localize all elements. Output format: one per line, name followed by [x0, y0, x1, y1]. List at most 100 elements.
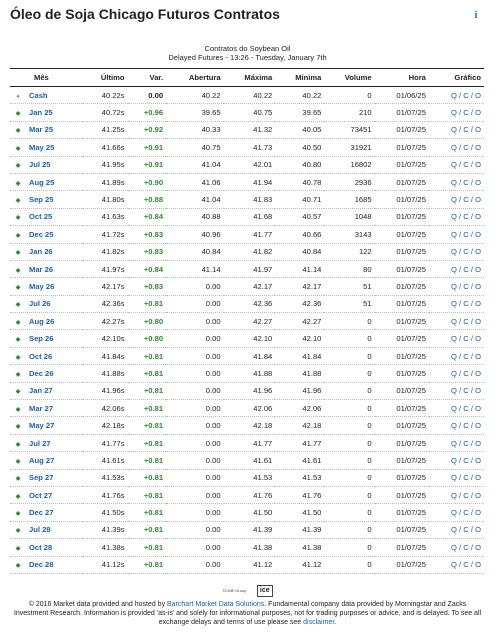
month-link[interactable]: Mar 26: [29, 265, 53, 274]
month-link[interactable]: Jul 26: [29, 299, 51, 308]
cell-hora: 01/07/25: [374, 225, 429, 244]
cell-minima: 40.71: [275, 190, 325, 209]
options-link[interactable]: O: [475, 369, 481, 378]
cell-month[interactable]: ◆ May 25: [10, 138, 83, 157]
cell-month[interactable]: ◆ Mar 25: [10, 121, 83, 140]
month-link[interactable]: May 26: [29, 282, 54, 291]
options-link[interactable]: O: [475, 560, 481, 569]
cell-month[interactable]: ◆ Dec 27: [10, 503, 83, 522]
month-link[interactable]: Oct 26: [29, 352, 52, 361]
options-link[interactable]: O: [475, 543, 481, 552]
cell-month[interactable]: ◆ Dec 26: [10, 364, 83, 383]
month-link[interactable]: Mar 25: [29, 125, 53, 134]
month-link[interactable]: Cash: [29, 91, 48, 100]
cell-month[interactable]: ◆ Jul 28: [10, 521, 83, 540]
cell-chart-links: Q / C / O: [428, 347, 484, 366]
month-link[interactable]: Jul 28: [29, 525, 51, 534]
options-link[interactable]: O: [475, 317, 481, 326]
options-link[interactable]: O: [475, 299, 481, 308]
options-link[interactable]: O: [475, 491, 481, 500]
options-link[interactable]: O: [475, 143, 481, 152]
options-link[interactable]: O: [475, 439, 481, 448]
cell-month[interactable]: ◆ May 26: [10, 277, 83, 296]
options-link[interactable]: O: [475, 195, 481, 204]
month-link[interactable]: Oct 28: [29, 543, 52, 552]
barchart-link[interactable]: Barchart Market Data Solutions: [167, 601, 264, 608]
options-link[interactable]: O: [475, 178, 481, 187]
options-link[interactable]: O: [475, 525, 481, 534]
cell-month[interactable]: ◆ Jan 25: [10, 103, 83, 122]
cell-month[interactable]: ◆ Oct 26: [10, 347, 83, 366]
options-link[interactable]: O: [475, 91, 481, 100]
month-link[interactable]: Aug 25: [29, 178, 54, 187]
month-link[interactable]: Dec 25: [29, 230, 54, 239]
options-link[interactable]: O: [475, 160, 481, 169]
cell-month[interactable]: ◆ Aug 25: [10, 173, 83, 192]
options-link[interactable]: O: [475, 473, 481, 482]
col-header-hora[interactable]: Hora: [374, 68, 429, 87]
month-link[interactable]: Mar 27: [29, 404, 53, 413]
month-link[interactable]: May 27: [29, 421, 54, 430]
month-link[interactable]: Dec 27: [29, 508, 54, 517]
month-link[interactable]: Jan 26: [29, 247, 53, 256]
month-link[interactable]: Dec 26: [29, 369, 54, 378]
disclaimer-link[interactable]: disclaimer: [303, 619, 334, 626]
options-link[interactable]: O: [475, 282, 481, 291]
cell-month[interactable]: ◆ Oct 27: [10, 486, 83, 505]
options-link[interactable]: O: [475, 212, 481, 221]
month-link[interactable]: Aug 26: [29, 317, 54, 326]
col-header-mes[interactable]: Mês: [10, 68, 83, 87]
cell-month[interactable]: ◆ Sep 27: [10, 469, 83, 487]
cell-month[interactable]: ◆ Oct 25: [10, 208, 83, 227]
cell-month[interactable]: ● Cash: [10, 86, 83, 105]
cell-month[interactable]: ◆ Dec 28: [10, 556, 83, 574]
options-link[interactable]: O: [475, 508, 481, 517]
month-link[interactable]: Jul 25: [29, 160, 51, 169]
info-icon[interactable]: i: [469, 9, 483, 23]
month-link[interactable]: Jul 27: [29, 439, 51, 448]
month-link[interactable]: Sep 27: [29, 473, 53, 482]
month-link[interactable]: Oct 25: [29, 212, 52, 221]
cell-month[interactable]: ◆ Sep 26: [10, 329, 83, 348]
cell-month[interactable]: ◆ Dec 25: [10, 225, 83, 244]
options-link[interactable]: O: [475, 386, 481, 395]
month-link[interactable]: Aug 27: [29, 456, 54, 465]
cell-month[interactable]: ◆ Jul 27: [10, 434, 83, 453]
options-link[interactable]: O: [475, 456, 481, 465]
options-link[interactable]: O: [475, 421, 481, 430]
cell-month[interactable]: ◆ May 27: [10, 416, 83, 435]
month-link[interactable]: Dec 28: [29, 560, 54, 569]
cell-month[interactable]: ◆ Aug 26: [10, 312, 83, 331]
col-header-maxima[interactable]: Máxima: [223, 68, 276, 87]
options-link[interactable]: O: [475, 404, 481, 413]
col-header-var[interactable]: Var.: [127, 68, 167, 87]
cell-month[interactable]: ◆ Mar 27: [10, 399, 83, 418]
options-link[interactable]: O: [475, 230, 481, 239]
options-link[interactable]: O: [475, 108, 481, 117]
cell-month[interactable]: ◆ Jan 27: [10, 382, 83, 401]
month-link[interactable]: Sep 25: [29, 195, 53, 204]
options-link[interactable]: O: [475, 352, 481, 361]
cell-volume: 73451: [324, 121, 375, 140]
cell-month[interactable]: ◆ Mar 26: [10, 260, 83, 279]
cell-month[interactable]: ◆ Aug 27: [10, 451, 83, 470]
col-header-ultimo[interactable]: Último: [82, 68, 128, 87]
options-link[interactable]: O: [475, 334, 481, 343]
cell-month[interactable]: ◆ Sep 25: [10, 190, 83, 209]
cell-var: +0.80: [127, 312, 167, 331]
options-link[interactable]: O: [475, 265, 481, 274]
month-link[interactable]: Oct 27: [29, 491, 52, 500]
month-link[interactable]: Jan 27: [29, 386, 53, 395]
options-link[interactable]: O: [475, 125, 481, 134]
options-link[interactable]: O: [475, 247, 481, 256]
col-header-minima[interactable]: Mínima: [275, 68, 325, 87]
month-link[interactable]: Jan 25: [29, 108, 53, 117]
col-header-volume[interactable]: Volume: [324, 68, 375, 87]
col-header-abertura[interactable]: Abertura: [166, 68, 224, 87]
cell-month[interactable]: ◆ Jan 26: [10, 243, 83, 261]
month-link[interactable]: Sep 26: [29, 334, 53, 343]
cell-month[interactable]: ◆ Jul 26: [10, 295, 83, 314]
cell-month[interactable]: ◆ Oct 28: [10, 538, 83, 557]
month-link[interactable]: May 25: [29, 143, 54, 152]
cell-month[interactable]: ◆ Jul 25: [10, 156, 83, 174]
